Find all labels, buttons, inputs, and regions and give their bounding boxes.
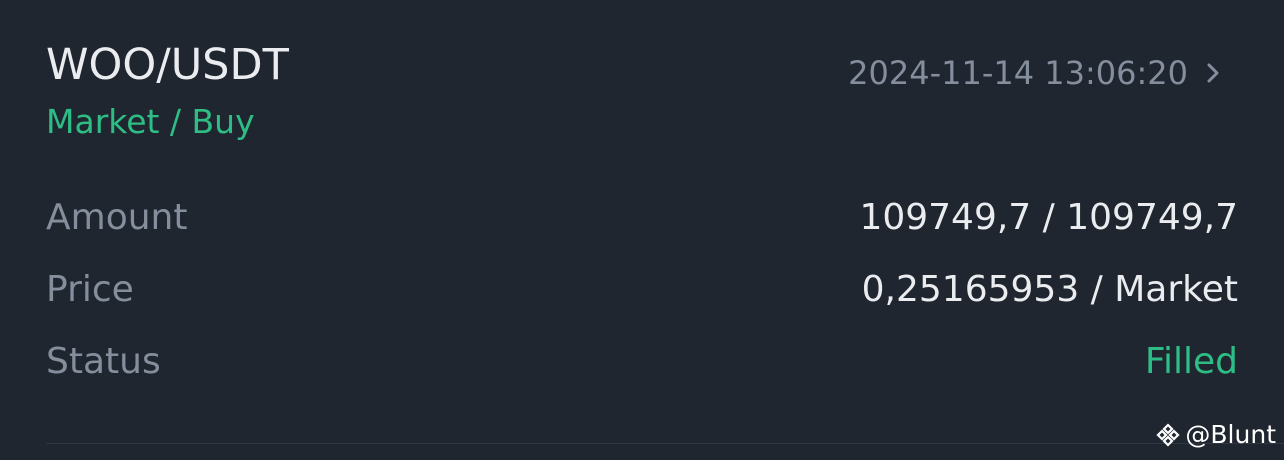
watermark-handle: @Blunt — [1185, 420, 1276, 449]
status-row: Status Filled — [46, 336, 1238, 386]
price-row: Price 0,25165953 / Market — [46, 264, 1238, 314]
order-timestamp: 2024-11-14 13:06:20 — [848, 54, 1188, 92]
binance-logo-icon — [1156, 422, 1180, 447]
amount-label: Amount — [46, 196, 188, 238]
divider — [46, 443, 1284, 444]
chevron-right-icon — [1207, 63, 1219, 83]
price-label: Price — [46, 268, 134, 310]
watermark: @Blunt — [1155, 420, 1276, 449]
trading-pair: WOO/USDT — [46, 40, 289, 90]
status-label: Status — [46, 340, 161, 382]
amount-value: 109749,7 / 109749,7 — [859, 196, 1238, 238]
amount-row: Amount 109749,7 / 109749,7 — [46, 192, 1238, 242]
status-value: Filled — [1144, 340, 1238, 382]
order-time-link[interactable]: 2024-11-14 13:06:20 — [848, 54, 1224, 92]
price-value: 0,25165953 / Market — [861, 268, 1238, 310]
order-type: Market / Buy — [46, 102, 255, 141]
order-history-card[interactable]: WOO/USDT Market / Buy 2024-11-14 13:06:2… — [0, 0, 1284, 460]
